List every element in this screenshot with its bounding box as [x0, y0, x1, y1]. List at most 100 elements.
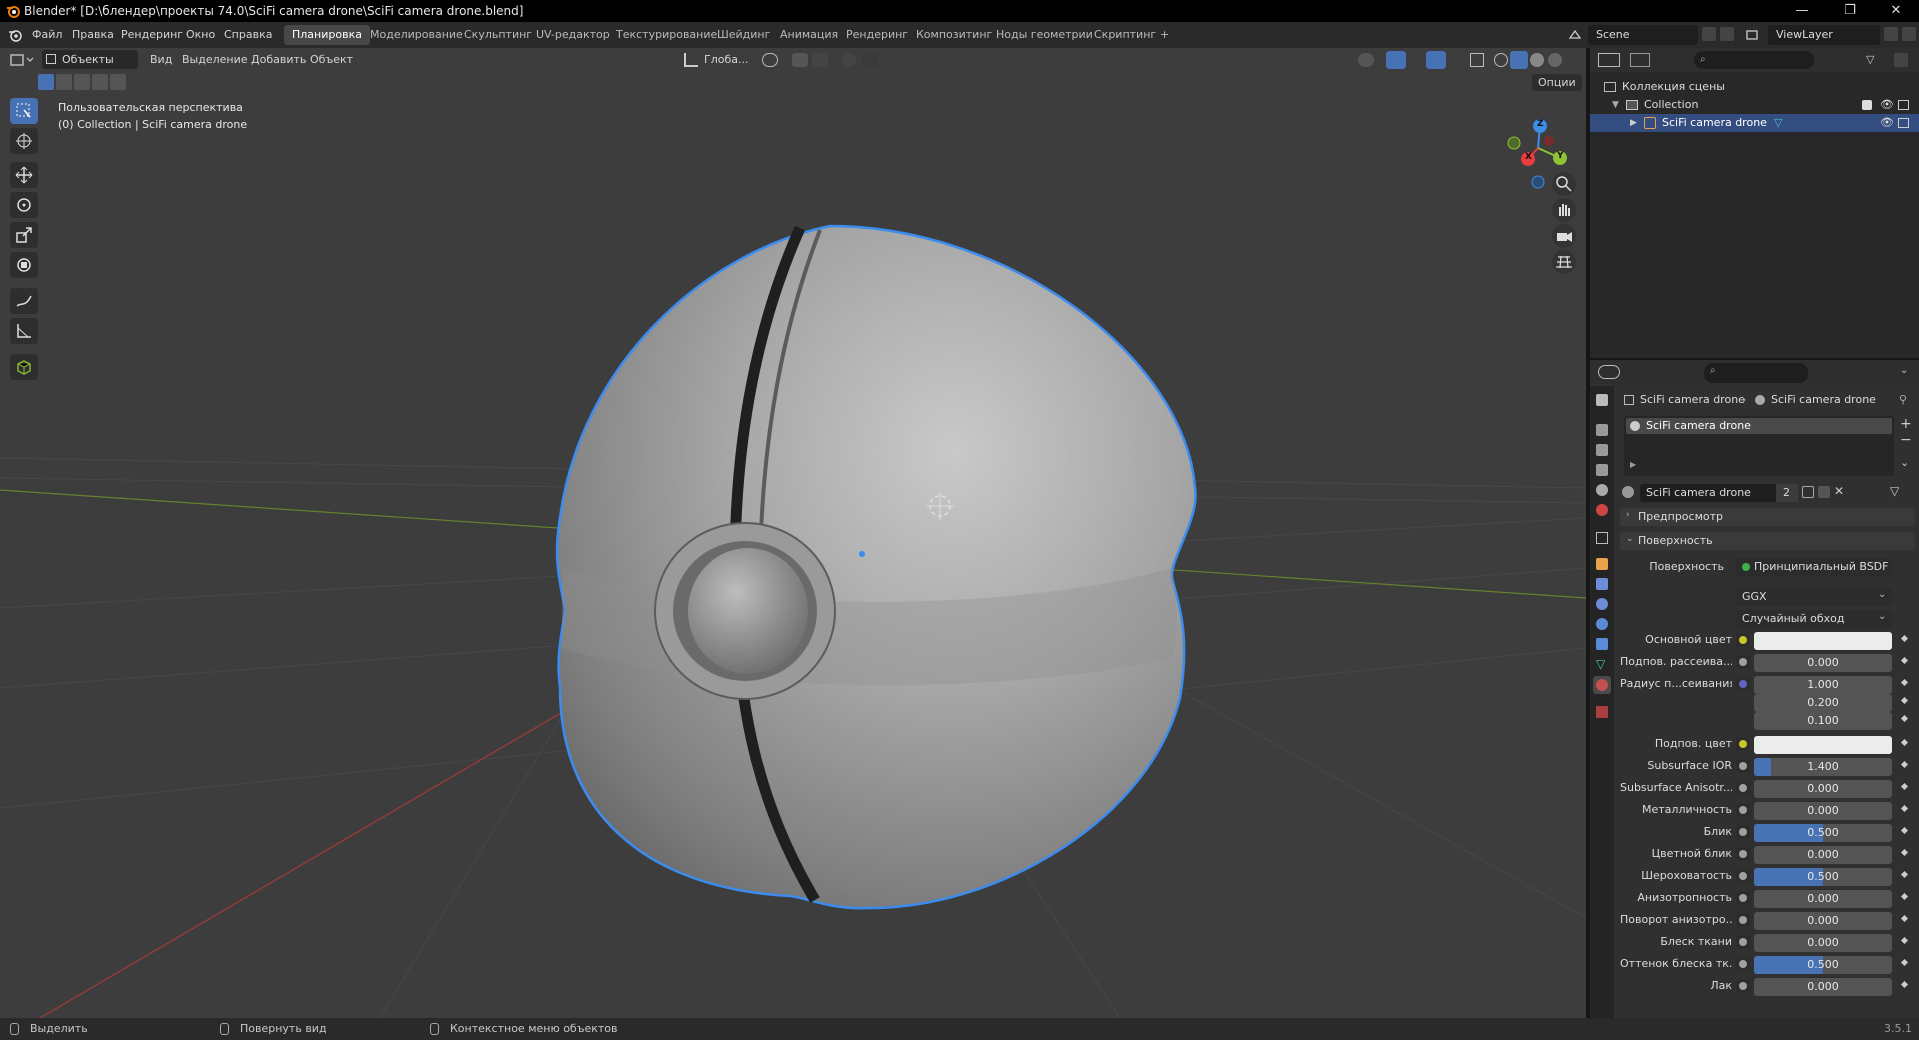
- value-slider[interactable]: 0.000: [1754, 912, 1892, 930]
- move-tool[interactable]: [10, 162, 38, 188]
- add-cube-tool[interactable]: [10, 354, 38, 380]
- modifier-tab-icon[interactable]: [1596, 578, 1608, 590]
- socket-link-button[interactable]: [1736, 935, 1750, 949]
- scifi-camera-drone-object[interactable]: [555, 224, 1197, 910]
- output-tab-icon[interactable]: [1596, 444, 1608, 456]
- xray-icon[interactable]: [1470, 53, 1484, 67]
- snap-target-icon[interactable]: [812, 53, 828, 67]
- properties-editor-type-icon[interactable]: [1598, 365, 1620, 379]
- tab-layout[interactable]: Планировка: [284, 25, 370, 45]
- socket-link-button[interactable]: [1736, 957, 1750, 971]
- material-users-count[interactable]: 2: [1776, 484, 1798, 502]
- outliner-row-scene-collection[interactable]: Коллекция сцены: [1590, 78, 1919, 96]
- object-tab-icon[interactable]: [1596, 558, 1608, 570]
- view-layer-tab-icon[interactable]: [1596, 464, 1608, 476]
- render-camera-icon[interactable]: [1898, 100, 1909, 110]
- mode-dropdown[interactable]: Объекты: [42, 50, 138, 69]
- socket-link-button[interactable]: [1736, 737, 1750, 751]
- value-slider[interactable]: 1.400: [1754, 758, 1892, 776]
- menu-edit[interactable]: Правка: [72, 28, 114, 41]
- select-subtract-icon[interactable]: [74, 74, 90, 90]
- value-slider[interactable]: 0.100: [1754, 712, 1892, 730]
- exclude-checkbox-icon[interactable]: [1862, 100, 1872, 110]
- scene-tab-icon[interactable]: [1596, 484, 1608, 496]
- expand-arrow-icon[interactable]: ▶: [1630, 460, 1636, 469]
- outliner-row-collection[interactable]: ▼ Collection 👁: [1590, 96, 1919, 114]
- keyframe-icon[interactable]: [1900, 980, 1909, 989]
- rotate-tool[interactable]: [10, 192, 38, 218]
- tab-animation[interactable]: Анимация: [772, 25, 846, 45]
- keyframe-icon[interactable]: [1900, 804, 1909, 813]
- visibility-icon[interactable]: [1358, 53, 1374, 67]
- material-slot-list[interactable]: SciFi camera drone ▶: [1624, 416, 1894, 476]
- pin-icon[interactable]: ⚲: [1899, 393, 1907, 406]
- socket-link-button[interactable]: [1736, 759, 1750, 773]
- ortho-toggle-button[interactable]: [1552, 250, 1576, 274]
- menu-help[interactable]: Справка: [224, 28, 272, 41]
- keyframe-icon[interactable]: [1900, 760, 1909, 769]
- value-slider[interactable]: 0.500: [1754, 824, 1892, 842]
- pivot-point-icon[interactable]: [762, 53, 778, 67]
- keyframe-icon[interactable]: [1900, 738, 1909, 747]
- editor-type-icon[interactable]: [10, 53, 34, 67]
- delete-view-layer-icon[interactable]: [1902, 27, 1916, 41]
- socket-link-button[interactable]: [1736, 869, 1750, 883]
- menu-select[interactable]: Выделение: [182, 53, 248, 66]
- cursor-tool[interactable]: [10, 128, 38, 154]
- scene-selector[interactable]: Scene: [1588, 25, 1698, 45]
- socket-link-button[interactable]: [1736, 655, 1750, 669]
- properties-search-input[interactable]: [1704, 363, 1808, 383]
- preview-panel-header[interactable]: › Предпросмотр: [1620, 508, 1915, 526]
- tab-texture-paint[interactable]: Текстурирование: [608, 25, 725, 45]
- close-button[interactable]: ✕: [1873, 0, 1919, 22]
- eye-icon[interactable]: 👁: [1880, 114, 1894, 132]
- delete-scene-icon[interactable]: [1720, 27, 1734, 41]
- socket-link-button[interactable]: [1736, 913, 1750, 927]
- surface-panel-header[interactable]: ⌄ Поверхность: [1620, 532, 1915, 550]
- browse-material-icon[interactable]: [1622, 486, 1634, 498]
- tab-rendering[interactable]: Рендеринг: [838, 25, 916, 45]
- tab-modeling[interactable]: Моделирование: [362, 25, 471, 45]
- keyframe-icon[interactable]: [1900, 634, 1909, 643]
- menu-render[interactable]: Рендеринг: [121, 28, 183, 41]
- display-mode-icon[interactable]: [1630, 53, 1650, 67]
- scale-tool[interactable]: [10, 222, 38, 248]
- keyframe-icon[interactable]: [1900, 714, 1909, 723]
- material-name-field[interactable]: SciFi camera drone: [1640, 484, 1776, 502]
- color-swatch[interactable]: [1754, 632, 1892, 650]
- new-collection-icon[interactable]: [1894, 53, 1908, 67]
- view-layer-selector[interactable]: ViewLayer: [1768, 25, 1880, 45]
- value-slider[interactable]: 0.500: [1754, 956, 1892, 974]
- add-slot-button[interactable]: +: [1900, 416, 1912, 432]
- socket-link-button[interactable]: [1736, 847, 1750, 861]
- wireframe-shading-icon[interactable]: [1494, 53, 1508, 67]
- proportional-editing-icon[interactable]: [842, 53, 856, 67]
- blender-menu-icon[interactable]: [8, 28, 22, 42]
- surface-shader-field[interactable]: Принципиальный BSDF: [1736, 558, 1892, 576]
- socket-link-button[interactable]: [1736, 781, 1750, 795]
- tab-uv-editing[interactable]: UV-редактор: [528, 25, 618, 45]
- socket-link-button[interactable]: [1736, 825, 1750, 839]
- physics-tab-icon[interactable]: [1596, 618, 1608, 630]
- unlink-material-icon[interactable]: ✕: [1834, 484, 1844, 498]
- value-slider[interactable]: 0.000: [1754, 978, 1892, 996]
- 3d-viewport[interactable]: Объекты Вид Выделение Добавить Объект Гл…: [0, 48, 1586, 1018]
- annotate-tool[interactable]: [10, 288, 38, 314]
- outliner-row-object[interactable]: ▶ SciFi camera drone ▽ 👁: [1590, 114, 1919, 132]
- pan-button[interactable]: [1552, 198, 1576, 222]
- link-type-icon[interactable]: ▽: [1890, 484, 1899, 498]
- camera-view-button[interactable]: [1552, 224, 1576, 248]
- restore-button[interactable]: ❐: [1827, 0, 1873, 22]
- value-slider[interactable]: 0.000: [1754, 802, 1892, 820]
- mesh-data-icon[interactable]: ▽: [1774, 114, 1782, 132]
- keyframe-icon[interactable]: [1900, 936, 1909, 945]
- socket-link-button[interactable]: [1736, 803, 1750, 817]
- render-tab-icon[interactable]: [1596, 424, 1608, 436]
- collection-tab-icon[interactable]: [1596, 532, 1608, 544]
- outliner-editor-type-icon[interactable]: [1598, 53, 1620, 67]
- menu-view[interactable]: Вид: [150, 53, 172, 66]
- transform-orientation-dropdown[interactable]: Глоба...: [704, 53, 748, 66]
- new-view-layer-icon[interactable]: [1884, 27, 1898, 41]
- keyframe-icon[interactable]: [1900, 870, 1909, 879]
- remove-slot-button[interactable]: −: [1900, 432, 1912, 448]
